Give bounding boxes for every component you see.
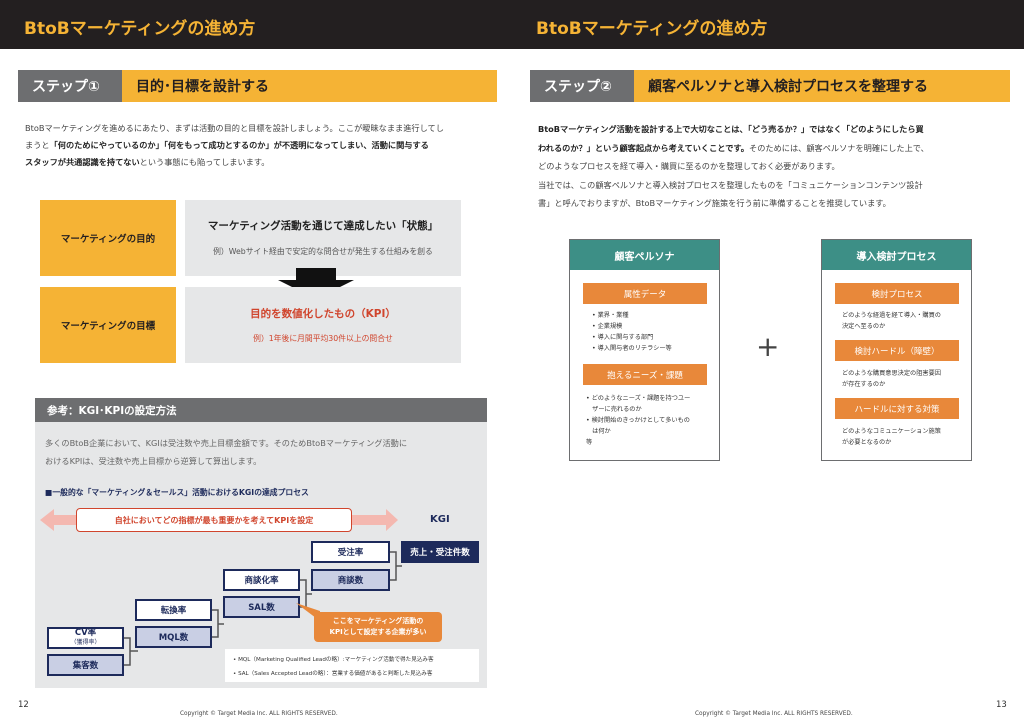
mql-step: MQL数: [135, 626, 212, 648]
step-title: 顧客ペルソナと導入検討プロセスを整理する: [634, 70, 1010, 102]
header-bar-right: BtoBマーケティングの進め方: [512, 0, 1024, 49]
process-text: どのような経過を経て導入・購買の 決定へ至るのか: [842, 312, 941, 330]
process-title: 導入検討プロセス: [822, 240, 971, 270]
needs-tag: 抱えるニーズ・課題: [583, 364, 707, 385]
copyright: Copyright © Target Media Inc. ALL RIGHTS…: [180, 711, 338, 717]
notes-box: • MQL（Marketing Qualified Leadの略）:マーケティン…: [225, 649, 479, 682]
persona-title: 顧客ペルソナ: [570, 240, 719, 270]
order-rate-step: 受注率: [311, 541, 390, 563]
visitors-step: 集客数: [47, 654, 124, 676]
page-number: 12: [18, 700, 29, 710]
hurdle-text: どのような購買意思決定の阻害要因 が存在するのか: [842, 370, 941, 388]
step-number: ステップ②: [530, 70, 634, 102]
process-tag: 検討プロセス: [835, 283, 959, 304]
step-2-text: BtoBマーケティング活動を設計する上で大切なことは、「どう売るか？」ではなく「…: [538, 124, 929, 208]
conversion-rate-step: 転換率: [135, 599, 212, 621]
kpi-callout: ここをマーケティング活動の KPIとして設定する企業が多い: [314, 612, 442, 642]
page-number: 13: [996, 700, 1007, 710]
meeting-rate-step: 商談化率: [223, 569, 300, 591]
attribute-data-tag: 属性データ: [583, 283, 707, 304]
attribute-list: • 業界・業種 • 企業規模 • 導入に関与する部門 • 導入関与者のリテラシー等: [592, 312, 672, 352]
meetings-step: 商談数: [311, 569, 390, 591]
copyright: Copyright © Target Media Inc. ALL RIGHTS…: [695, 711, 853, 717]
needs-list: • どのようなニーズ・課題を持つユー ザーに売れるのか • 検討開始のきっかけとし…: [586, 395, 691, 446]
countermeasure-text: どのようなコミュニケーション施策 が必要となるのか: [842, 428, 941, 446]
cv-rate-step: CV率 （獲得率）: [47, 627, 124, 649]
plus-icon: +: [756, 330, 780, 363]
mql-note: • MQL（Marketing Qualified Leadの略）:マーケティン…: [233, 657, 434, 663]
sal-note: • SAL（Sales Accepted Leadの略）：営業する価値があると判…: [233, 671, 433, 677]
countermeasure-tag: ハードルに対する対策: [835, 398, 959, 419]
sales-orders-box: 売上・受注件数: [401, 541, 479, 563]
header-title: BtoBマーケティングの進め方: [536, 19, 768, 39]
hurdle-tag: 検討ハードル（障壁）: [835, 340, 959, 361]
step-2-header: ステップ② 顧客ペルソナと導入検討プロセスを整理する: [530, 70, 1010, 102]
sal-step: SAL数: [223, 596, 300, 618]
